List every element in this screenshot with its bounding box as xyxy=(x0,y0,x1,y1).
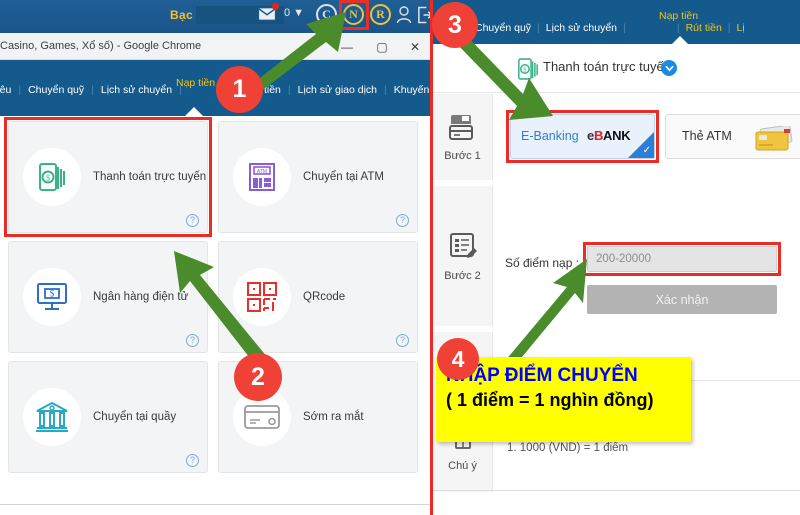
nav-item-lieu[interactable]: liêu xyxy=(0,84,18,96)
card-ngan-hang-dien-tu[interactable]: $ Ngân hàng điện tử ? xyxy=(8,241,208,353)
step-1-block: Bước 1 E-Banking eBANK ✓ Thẻ ATM xyxy=(433,94,800,180)
right-nav-item-rut-tien[interactable]: Rút tiền xyxy=(680,22,728,34)
help-icon[interactable]: ? xyxy=(396,334,409,347)
monitor-dollar-icon: $ xyxy=(37,283,67,310)
minimize-button[interactable]: — xyxy=(340,41,354,53)
card-label: Ngân hàng điện tử xyxy=(93,291,189,303)
help-icon[interactable]: ? xyxy=(186,334,199,347)
svg-text:$: $ xyxy=(523,67,526,74)
c-badge-icon[interactable]: C xyxy=(316,4,337,25)
annotation-badge-3: 3 xyxy=(432,2,478,48)
mobile-money-icon: $ xyxy=(518,58,538,80)
option-the-atm[interactable]: Thẻ ATM xyxy=(665,114,800,159)
logout-icon[interactable] xyxy=(417,6,430,24)
nav-item-nap-tien-active[interactable]: Nạp tiền xyxy=(176,77,215,89)
atm-machine-icon: ATM xyxy=(249,163,275,191)
step-1-label: Bước 1 xyxy=(444,150,481,162)
nav-item-lich-su-chuyen[interactable]: Lịch sử chuyển xyxy=(94,84,179,96)
option-the-atm-label: Thẻ ATM xyxy=(682,129,732,143)
nav-active-caret-icon xyxy=(185,107,203,116)
card-stack-icon xyxy=(448,115,473,140)
card-qrcode[interactable]: QRcode ? xyxy=(218,241,418,353)
right-navigation-bar: Chuyển quỹ|Lịch sử chuyển|Nạp tiền|Rút t… xyxy=(433,0,800,45)
chrome-title-bar: Casino, Games, Xổ số) - Google Chrome — … xyxy=(0,33,430,60)
callout-line-2: ( 1 điểm = 1 nghìn đồng) xyxy=(446,390,654,410)
credit-card-icon xyxy=(244,405,280,429)
annotation-badge-4: 4 xyxy=(437,338,479,380)
highlight-box-n-icon xyxy=(339,0,369,30)
points-field-label: Số điểm nạp : xyxy=(505,256,580,270)
chevron-down-circle-icon[interactable] xyxy=(661,60,677,76)
confirm-button[interactable]: Xác nhận xyxy=(587,285,777,314)
atm-machine-icon-wrap: ATM xyxy=(233,148,291,206)
step-3-label: Chú ý xyxy=(448,460,477,473)
nav-item-khuyen-mai[interactable]: Khuyến mã xyxy=(387,84,430,96)
site-navigation-bar: liêu|Chuyển quỹ|Lịch sử chuyển|Nạp tiền|… xyxy=(0,60,430,116)
deposit-method-title: Thanh toán trực tuyến xyxy=(543,59,671,74)
step-2-label: Bước 2 xyxy=(444,270,481,282)
svg-text:$: $ xyxy=(50,289,55,299)
highlight-box-card-thanh-toan xyxy=(4,117,212,237)
screenshot-stage: Bạc 0 ▼ C N R Casino, Games, Xổ số) - Go… xyxy=(0,0,800,515)
payment-method-grid: $ Thanh toán trực tuyến ? ATM Chuyển tại… xyxy=(0,116,430,504)
note-divider-bottom xyxy=(433,490,800,491)
right-nav-item-nap-tien[interactable]: Nạp tiền xyxy=(626,22,677,34)
r-badge-icon[interactable]: R xyxy=(370,4,391,25)
left-browser-window: Bạc 0 ▼ C N R Casino, Games, Xổ số) - Go… xyxy=(0,0,430,515)
card-label: Chuyển tại quầy xyxy=(93,411,177,423)
window-title: Casino, Games, Xổ số) - Google Chrome xyxy=(0,40,202,52)
currency-label: Bạc xyxy=(170,8,193,22)
right-nav-item-lich-su-chuyen[interactable]: Lịch sử chuyển xyxy=(540,22,623,34)
person-icon[interactable] xyxy=(396,6,412,24)
card-label: Chuyển tại ATM xyxy=(303,171,384,183)
monitor-dollar-icon-wrap: $ xyxy=(23,268,81,326)
qrcode-icon xyxy=(247,282,277,312)
deposit-method-header: $ Thanh toán trực tuyến xyxy=(433,44,800,93)
annotation-badge-2: 2 xyxy=(234,353,282,401)
help-icon[interactable]: ? xyxy=(396,214,409,227)
step-1-rail: Bước 1 xyxy=(433,94,493,180)
right-nav-active-label[interactable]: Nạp tiền xyxy=(659,10,698,22)
qrcode-icon-wrap xyxy=(233,268,291,326)
step-2-block: Bước 2 Số điểm nạp : Xác nhận xyxy=(433,186,800,326)
help-icon[interactable]: ? xyxy=(186,454,199,467)
nav-item-chuyen-quy[interactable]: Chuyển quỹ xyxy=(21,84,91,96)
annotation-badge-1: 1 xyxy=(216,66,263,113)
note-line-1: 1. 1000 (VND) = 1 điểm xyxy=(507,442,629,454)
message-count[interactable]: 0 ▼ xyxy=(284,7,304,19)
callout-line-1: NHẬP ĐIỂM CHUYỂN xyxy=(446,365,638,386)
atm-cards-icon xyxy=(755,126,793,151)
bank-building-icon xyxy=(36,401,68,432)
maximize-button[interactable]: ▢ xyxy=(375,41,389,53)
nav-item-lich-su-giao-dich[interactable]: Lịch sử giao dịch xyxy=(291,84,384,96)
step-2-rail: Bước 2 xyxy=(433,186,493,326)
card-label: Sớm ra mắt xyxy=(303,411,364,423)
form-edit-icon xyxy=(449,233,477,258)
card-chuyen-tai-atm[interactable]: ATM Chuyển tại ATM ? xyxy=(218,121,418,233)
right-nav-item-list: Chuyển quỹ|Lịch sử chuyển|Nạp tiền|Rút t… xyxy=(433,22,800,34)
window-bottom-strip xyxy=(0,504,430,515)
notification-dot xyxy=(272,3,279,10)
bank-building-icon-wrap xyxy=(23,388,81,446)
right-nav-item-li[interactable]: Lị xyxy=(731,22,751,34)
highlight-box-ebanking xyxy=(506,110,659,163)
highlight-box-points-input xyxy=(583,242,781,276)
card-chuyen-tai-quay[interactable]: Chuyển tại quầy ? xyxy=(8,361,208,473)
svg-text:ATM: ATM xyxy=(257,169,267,175)
card-label: QRcode xyxy=(303,291,346,303)
close-button[interactable]: ✕ xyxy=(408,41,422,53)
